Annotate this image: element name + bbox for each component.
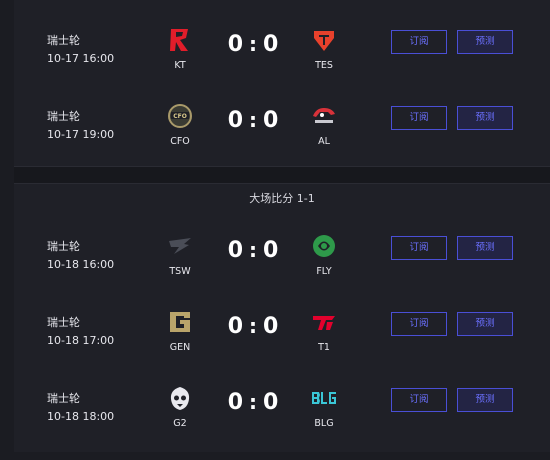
- team-a[interactable]: CFO CFO: [160, 102, 200, 147]
- team-b[interactable]: T1: [304, 308, 344, 353]
- g2-logo-icon: [170, 387, 190, 410]
- score-b: 0: [263, 108, 281, 133]
- team-b[interactable]: TES: [304, 26, 344, 71]
- kt-logo-icon: [170, 29, 188, 51]
- match-score: 0:0: [227, 238, 281, 263]
- team-b-name: FLY: [316, 266, 332, 277]
- team-b[interactable]: FLY: [304, 232, 344, 277]
- match-round: 瑞士轮: [47, 316, 80, 329]
- team-a[interactable]: GEN: [160, 308, 200, 353]
- team-a-name: GEN: [169, 342, 191, 353]
- team-a-name: G2: [173, 418, 187, 429]
- team-a-name: CFO: [170, 136, 190, 147]
- score-a: 0: [227, 314, 245, 339]
- match-score: 0:0: [227, 108, 281, 133]
- subscribe-button[interactable]: 订阅: [391, 236, 447, 260]
- score-a: 0: [227, 108, 245, 133]
- match-score: 0:0: [227, 32, 281, 57]
- match-row: 瑞士轮 10-18 17:00 GEN 0:0 T1 订阅 预测: [14, 312, 550, 384]
- team-b-name: TES: [315, 60, 333, 71]
- predict-button[interactable]: 预测: [457, 236, 513, 260]
- match-round: 瑞士轮: [47, 110, 80, 123]
- team-b[interactable]: BLG: [304, 384, 344, 429]
- score-b: 0: [263, 32, 281, 57]
- cfo-logo-icon: CFO: [168, 104, 192, 128]
- subscribe-button[interactable]: 订阅: [391, 106, 447, 130]
- predict-button[interactable]: 预测: [457, 30, 513, 54]
- match-row: 瑞士轮 10-17 19:00 CFO CFO 0:0 AL 订阅 预测: [14, 104, 550, 178]
- match-time: 10-17 19:00: [47, 128, 115, 141]
- subscribe-button[interactable]: 订阅: [391, 388, 447, 412]
- tes-logo-icon: [314, 31, 334, 51]
- al-logo-icon: [313, 108, 335, 123]
- tsw-logo-icon: [169, 238, 191, 254]
- score-b: 0: [263, 390, 281, 415]
- match-time: 10-18 17:00: [47, 334, 115, 347]
- score-a: 0: [227, 32, 245, 57]
- team-b-name: T1: [318, 342, 330, 353]
- match-row: 瑞士轮 10-18 18:00 G2 0:0 BLG 订阅 预测: [14, 387, 550, 460]
- match-round: 瑞士轮: [47, 392, 80, 405]
- subscribe-button[interactable]: 订阅: [391, 312, 447, 336]
- match-round: 瑞士轮: [47, 240, 80, 253]
- score-b: 0: [263, 314, 281, 339]
- match-score: 0:0: [227, 390, 281, 415]
- predict-button[interactable]: 预测: [457, 388, 513, 412]
- svg-text:CFO: CFO: [173, 113, 187, 120]
- match-time: 10-18 18:00: [47, 410, 115, 423]
- team-a-name: TSW: [169, 266, 191, 277]
- team-b[interactable]: AL: [304, 102, 344, 147]
- t1-logo-icon: [313, 316, 335, 330]
- fly-logo-icon: [313, 235, 335, 257]
- gen-logo-icon: [170, 312, 190, 332]
- series-score-label: 大场比分 1-1: [249, 192, 315, 205]
- score-a: 0: [227, 390, 245, 415]
- team-a[interactable]: G2: [160, 384, 200, 429]
- match-row: 瑞士轮 10-17 16:00 KT 0:0 TES 订阅 预测: [14, 29, 550, 102]
- match-time: 10-17 16:00: [47, 52, 115, 65]
- match-row: 瑞士轮 10-18 16:00 TSW 0:0 FLY 订阅 预测: [14, 235, 550, 308]
- subscribe-button[interactable]: 订阅: [391, 30, 447, 54]
- score-a: 0: [227, 238, 245, 263]
- team-a[interactable]: KT: [160, 26, 200, 71]
- match-score: 0:0: [227, 314, 281, 339]
- team-a-name: KT: [174, 60, 186, 71]
- team-b-name: AL: [318, 136, 330, 147]
- match-time: 10-18 16:00: [47, 258, 115, 271]
- score-b: 0: [263, 238, 281, 263]
- blg-logo-icon: [312, 392, 336, 404]
- team-b-name: BLG: [314, 418, 334, 429]
- team-a[interactable]: TSW: [160, 232, 200, 277]
- predict-button[interactable]: 预测: [457, 312, 513, 336]
- predict-button[interactable]: 预测: [457, 106, 513, 130]
- match-round: 瑞士轮: [47, 34, 80, 47]
